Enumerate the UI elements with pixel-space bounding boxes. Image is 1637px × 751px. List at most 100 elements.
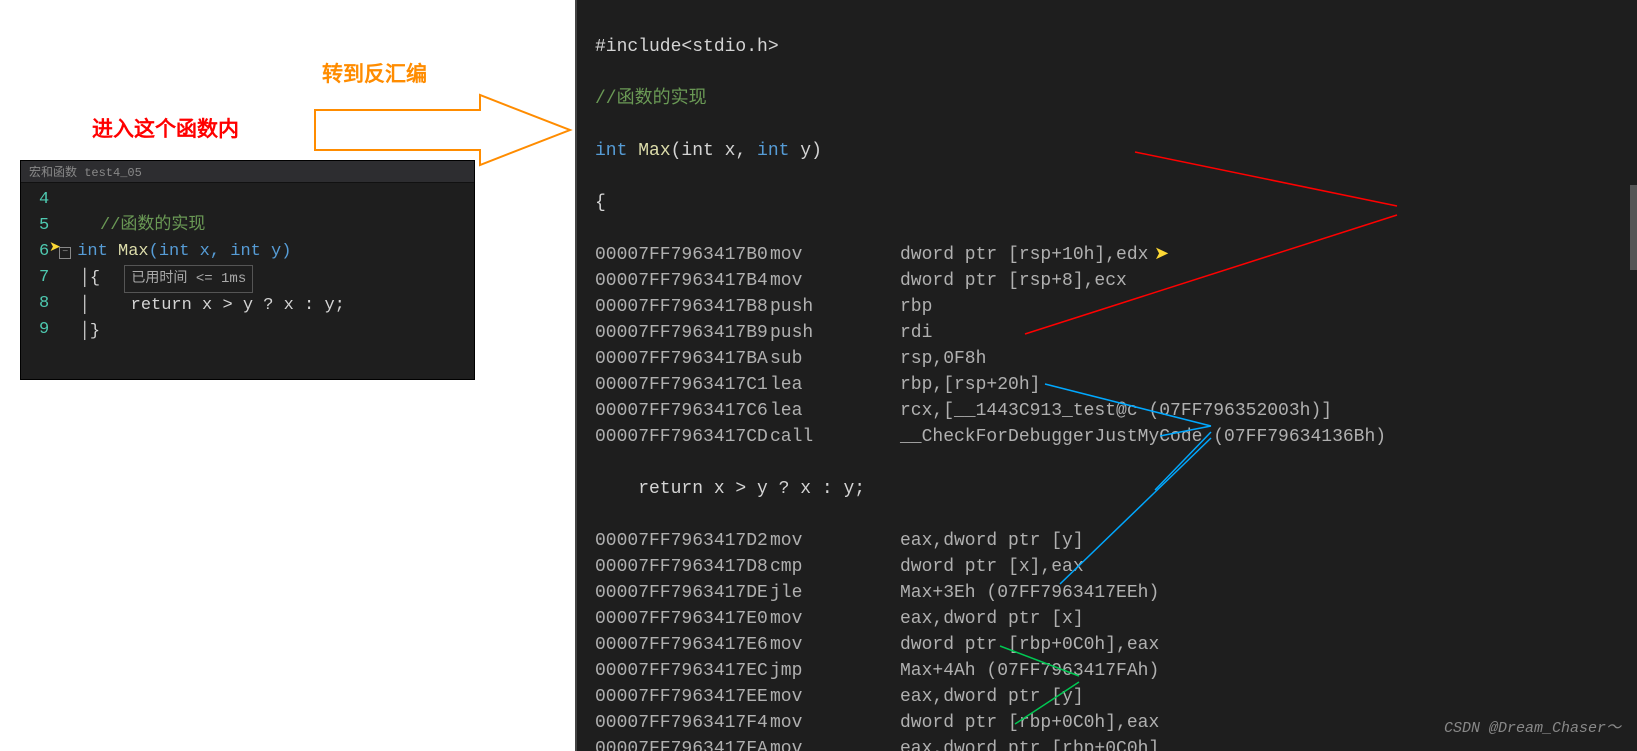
asm-row[interactable]: 00007FF7963417CDcall__CheckForDebuggerJu… bbox=[595, 424, 1637, 450]
asm-arg: eax,dword ptr [x] bbox=[900, 606, 1637, 632]
disassembly-panel: #include<stdio.h> //函数的实现 int Max(int x,… bbox=[575, 0, 1637, 751]
asm-arg: Max+3Eh (07FF7963417EEh) bbox=[900, 580, 1637, 606]
asm-addr: 00007FF7963417DE bbox=[595, 580, 770, 606]
fn: Max bbox=[638, 141, 670, 161]
brace-open: { bbox=[90, 269, 121, 288]
line-number: 7 bbox=[39, 265, 49, 291]
editor-tab[interactable]: 宏和函数 test4_05 bbox=[21, 161, 474, 183]
asm-row[interactable]: 00007FF7963417E0moveax,dword ptr [x] bbox=[595, 606, 1637, 632]
asm-op: lea bbox=[770, 372, 900, 398]
asm-op: mov bbox=[770, 736, 900, 751]
sig: y) bbox=[800, 141, 822, 161]
asm-op: mov bbox=[770, 684, 900, 710]
asm-addr: 00007FF7963417C6 bbox=[595, 398, 770, 424]
asm-op: mov bbox=[770, 632, 900, 658]
source-editor: 宏和函数 test4_05 ➤ 4 5 6 7 8 9 //函数的实现 −int… bbox=[20, 160, 475, 380]
asm-row[interactable]: 00007FF7963417B9pushrdi bbox=[595, 320, 1637, 346]
asm-op: push bbox=[770, 320, 900, 346]
asm-op: mov bbox=[770, 268, 900, 294]
asm-row[interactable]: 00007FF7963417D2moveax,dword ptr [y] bbox=[595, 528, 1637, 554]
asm-arg: dword ptr [rsp+8],ecx bbox=[900, 268, 1637, 294]
asm-arg: eax,dword ptr [y] bbox=[900, 528, 1637, 554]
disassembly-view[interactable]: #include<stdio.h> //函数的实现 int Max(int x,… bbox=[577, 0, 1637, 751]
asm-addr: 00007FF7963417EE bbox=[595, 684, 770, 710]
asm-row[interactable]: 00007FF7963417C1learbp,[rsp+20h] bbox=[595, 372, 1637, 398]
asm-op: call bbox=[770, 424, 900, 450]
ret-body: x > y ? x : y; bbox=[714, 479, 865, 499]
func-name: Max bbox=[118, 242, 149, 261]
asm-arg: Max+4Ah (07FF7963417FAh) bbox=[900, 658, 1637, 684]
include-line: #include<stdio.h> bbox=[595, 37, 779, 57]
asm-addr: 00007FF7963417E6 bbox=[595, 632, 770, 658]
label-enter-function: 进入这个函数内 bbox=[92, 113, 239, 143]
comment-line: //函数的实现 bbox=[595, 89, 707, 109]
label-goto-disassembly: 转到反汇编 bbox=[322, 58, 427, 88]
return-stmt: return x > y ? x : y; bbox=[131, 296, 345, 315]
line-number: 8 bbox=[39, 291, 49, 317]
brace: { bbox=[595, 193, 606, 213]
asm-op: mov bbox=[770, 528, 900, 554]
asm-row[interactable]: 00007FF7963417B4movdword ptr [rsp+8],ecx bbox=[595, 268, 1637, 294]
asm-op: jmp bbox=[770, 658, 900, 684]
asm-row[interactable]: 00007FF7963417DEjleMax+3Eh (07FF7963417E… bbox=[595, 580, 1637, 606]
ret-pre: return bbox=[595, 479, 714, 499]
sig: x, bbox=[725, 141, 757, 161]
arrow-to-disassembly bbox=[310, 90, 580, 170]
asm-addr: 00007FF7963417B9 bbox=[595, 320, 770, 346]
asm-addr: 00007FF7963417B4 bbox=[595, 268, 770, 294]
asm-op: sub bbox=[770, 346, 900, 372]
asm-op: mov bbox=[770, 710, 900, 736]
asm-arg: rdi bbox=[900, 320, 1637, 346]
asm-row[interactable]: 00007FF7963417ECjmpMax+4Ah (07FF7963417F… bbox=[595, 658, 1637, 684]
line-number: 9 bbox=[39, 317, 49, 343]
line-gutter: 4 5 6 7 8 9 bbox=[21, 183, 59, 379]
asm-op: cmp bbox=[770, 554, 900, 580]
asm-arg: rsp,0F8h bbox=[900, 346, 1637, 372]
asm-arg: __CheckForDebuggerJustMyCode (07FF796341… bbox=[900, 424, 1637, 450]
asm-arg: eax,dword ptr [rbp+0C0h] bbox=[900, 736, 1637, 751]
asm-addr: 00007FF7963417E0 bbox=[595, 606, 770, 632]
comment: //函数的实现 bbox=[100, 216, 205, 235]
kw: int bbox=[595, 141, 638, 161]
asm-addr: 00007FF7963417BA bbox=[595, 346, 770, 372]
keyword-int: int bbox=[77, 242, 118, 261]
asm-addr: 00007FF7963417CD bbox=[595, 424, 770, 450]
asm-addr: 00007FF7963417C1 bbox=[595, 372, 770, 398]
asm-row[interactable]: 00007FF7963417E6movdword ptr [rbp+0C0h],… bbox=[595, 632, 1637, 658]
sig: int bbox=[757, 141, 800, 161]
brace-close: } bbox=[90, 322, 100, 341]
func-sig: (int x, int y) bbox=[149, 242, 292, 261]
asm-row[interactable]: 00007FF7963417EEmoveax,dword ptr [y] bbox=[595, 684, 1637, 710]
asm-addr: 00007FF7963417B8 bbox=[595, 294, 770, 320]
watermark: CSDN @Dream_Chaser～ bbox=[1444, 716, 1621, 737]
sig: (int bbox=[671, 141, 725, 161]
asm-arg: rcx,[__1443C913_test@c (07FF796352003h)] bbox=[900, 398, 1637, 424]
asm-arg: dword ptr [rsp+10h],edx bbox=[900, 242, 1637, 268]
line-number: 6 bbox=[39, 239, 49, 265]
asm-addr: 00007FF7963417F4 bbox=[595, 710, 770, 736]
asm-row[interactable]: 00007FF7963417FAmoveax,dword ptr [rbp+0C… bbox=[595, 736, 1637, 751]
asm-arg: rbp,[rsp+20h] bbox=[900, 372, 1637, 398]
asm-arg: eax,dword ptr [y] bbox=[900, 684, 1637, 710]
asm-op: mov bbox=[770, 606, 900, 632]
asm-row[interactable]: 00007FF7963417C6learcx,[__1443C913_test@… bbox=[595, 398, 1637, 424]
asm-row[interactable]: 00007FF7963417BAsubrsp,0F8h bbox=[595, 346, 1637, 372]
asm-row[interactable]: 00007FF7963417B8pushrbp bbox=[595, 294, 1637, 320]
asm-op: lea bbox=[770, 398, 900, 424]
fold-icon[interactable]: − bbox=[59, 247, 71, 259]
asm-row[interactable]: ➤00007FF7963417B0movdword ptr [rsp+10h],… bbox=[595, 242, 1637, 268]
asm-addr: 00007FF7963417D2 bbox=[595, 528, 770, 554]
source-code[interactable]: //函数的实现 −int Max(int x, int y) │{ 已用时间 <… bbox=[59, 183, 351, 379]
scrollbar-thumb[interactable] bbox=[1630, 185, 1637, 270]
asm-addr: 00007FF7963417EC bbox=[595, 658, 770, 684]
asm-arg: dword ptr [x],eax bbox=[900, 554, 1637, 580]
asm-arg: rbp bbox=[900, 294, 1637, 320]
asm-op: mov bbox=[770, 242, 900, 268]
asm-addr: 00007FF7963417D8 bbox=[595, 554, 770, 580]
asm-op: jle bbox=[770, 580, 900, 606]
line-number: 5 bbox=[39, 213, 49, 239]
asm-arg: dword ptr [rbp+0C0h],eax bbox=[900, 632, 1637, 658]
asm-row[interactable]: 00007FF7963417D8cmpdword ptr [x],eax bbox=[595, 554, 1637, 580]
asm-addr: 00007FF7963417FA bbox=[595, 736, 770, 751]
line-number: 4 bbox=[39, 187, 49, 213]
